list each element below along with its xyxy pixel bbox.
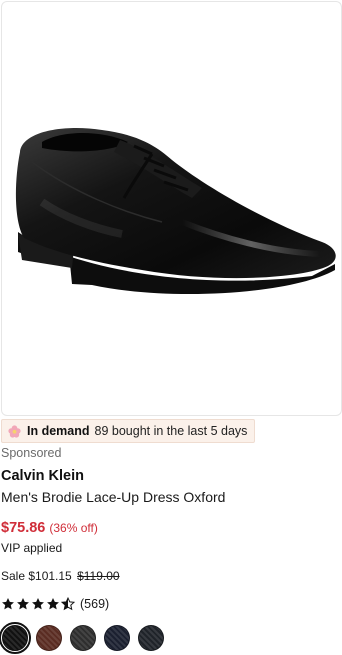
product-image[interactable] (1, 1, 342, 416)
star-icon (47, 598, 59, 610)
shoe-illustration (15, 128, 336, 295)
product-brand[interactable]: Calvin Klein (1, 468, 84, 484)
sale-label: Sale $101.15 (1, 569, 72, 583)
swatch-navy[interactable] (104, 625, 130, 651)
vip-note: VIP applied (1, 541, 63, 555)
sponsored-label: Sponsored (1, 446, 62, 460)
swatch-charcoal[interactable] (138, 625, 164, 651)
discount-percent: (36% off) (49, 521, 98, 535)
rating[interactable]: (569) (1, 597, 109, 611)
color-swatches (0, 622, 164, 654)
product-title[interactable]: Men's Brodie Lace-Up Dress Oxford (1, 489, 225, 505)
review-count[interactable]: (569) (80, 597, 109, 611)
swatch-brown[interactable] (36, 625, 62, 651)
star-icon (17, 598, 29, 610)
star-icon (2, 598, 14, 610)
swatch-dark-grey[interactable] (70, 625, 96, 651)
demand-badge: In demand 89 bought in the last 5 days (1, 419, 256, 443)
price-row: $75.86 (36% off) (1, 520, 98, 536)
sale-row: Sale $101.15 $119.00 (1, 569, 120, 583)
swatch-black[interactable] (0, 622, 31, 654)
original-price: $119.00 (77, 569, 120, 583)
star-icon (32, 598, 44, 610)
sale-price: $75.86 (1, 520, 46, 536)
flower-icon (8, 424, 21, 438)
half-star-icon (61, 597, 75, 611)
demand-badge-label: In demand (27, 424, 90, 438)
demand-badge-text: 89 bought in the last 5 days (94, 424, 248, 438)
